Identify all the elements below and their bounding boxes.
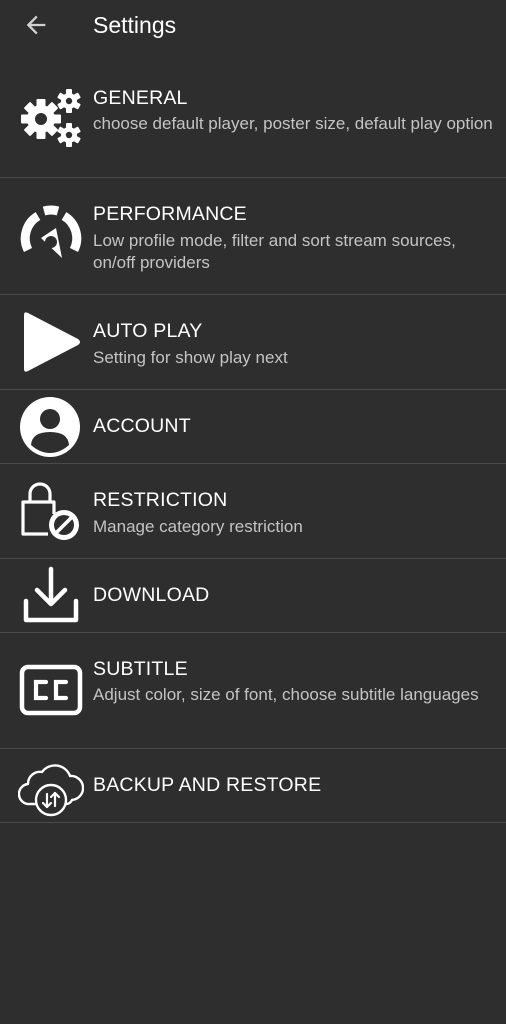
settings-item-description: Adjust color, size of font, choose subti… [93,685,479,704]
account-icon [18,396,84,458]
settings-item-description: Low profile mode, filter and sort stream… [93,231,456,272]
settings-item-label: ACCOUNT [93,415,191,437]
settings-item-label: SUBTITLE [93,658,188,680]
lock-restriction-icon [18,480,84,544]
settings-item-subtitle[interactable]: SUBTITLE Adjust color, size of font, cho… [0,633,506,749]
closed-caption-icon [18,662,84,718]
download-icon [18,565,84,627]
settings-item-backup-and-restore[interactable]: BACKUP AND RESTORE [0,749,506,823]
settings-item-description: Manage category restriction [93,517,303,536]
settings-item-label: RESTRICTION [93,489,228,511]
play-icon [18,309,84,375]
settings-item-description: choose default player, poster size, defa… [93,114,493,133]
settings-item-account[interactable]: ACCOUNT [0,390,506,464]
speedometer-icon [18,204,84,266]
arrow-left-icon [26,15,46,35]
app-bar: Settings [0,0,506,54]
settings-item-performance[interactable]: PERFORMANCE Low profile mode, filter and… [0,178,506,295]
settings-item-download[interactable]: DOWNLOAD [0,559,506,633]
settings-item-auto-play[interactable]: AUTO PLAY Setting for show play next [0,295,506,390]
page-title: Settings [93,12,177,38]
settings-item-label: DOWNLOAD [93,584,210,606]
gears-icon [18,87,84,149]
back-button[interactable] [22,11,50,39]
settings-item-label: GENERAL [93,87,188,109]
settings-item-label: PERFORMANCE [93,203,247,225]
settings-item-general[interactable]: GENERAL choose default player, poster si… [0,62,506,178]
settings-list: GENERAL choose default player, poster si… [0,62,506,823]
settings-item-restriction[interactable]: RESTRICTION Manage category restriction [0,464,506,559]
settings-item-description: Setting for show play next [93,348,288,367]
cloud-sync-icon [18,756,84,818]
settings-item-label: BACKUP AND RESTORE [93,774,322,796]
settings-screen: Settings GENERAL choose default player, … [0,0,506,1024]
settings-item-label: AUTO PLAY [93,320,203,342]
